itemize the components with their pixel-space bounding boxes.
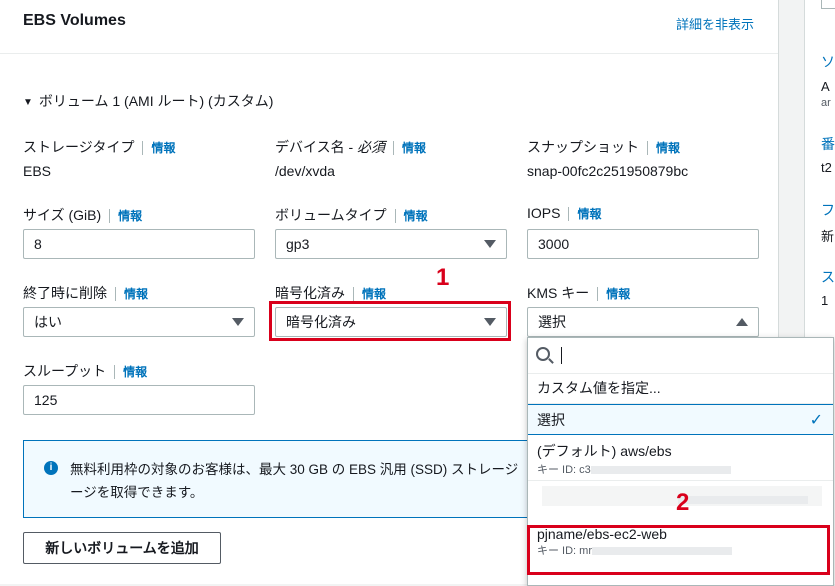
throughput-label-text: スループット (23, 363, 107, 379)
encrypted-info-link[interactable]: 情報 (362, 287, 386, 301)
dropdown-item-select[interactable]: 選択 ✓ (528, 404, 833, 435)
right-input-box (821, 0, 835, 9)
iops-input[interactable]: 3000 (527, 229, 759, 259)
alert-text-line-2: ージを取得できます。 (70, 485, 204, 500)
iops-info-link[interactable]: 情報 (577, 207, 601, 221)
redacted-key-id (590, 466, 731, 475)
storage-type-info-link[interactable]: 情報 (151, 141, 175, 155)
delete-on-termination-info-link[interactable]: 情報 (124, 287, 148, 301)
free-tier-alert: i 無料利用枠の対象のお客様は、最大 30 GB の EBS 汎用 (SSD) … (23, 440, 543, 518)
info-icon: i (44, 461, 58, 475)
kms-key-info-link[interactable]: 情報 (606, 287, 630, 301)
size-label-text: サイズ (GiB) (23, 207, 102, 223)
iops-input-value: 3000 (538, 236, 570, 252)
kms-key-label-text: KMS キー (527, 285, 590, 301)
caret-down-icon (232, 318, 244, 326)
throughput-label: スループット 情報 (23, 361, 147, 381)
dropdown-item-label: 選択 (537, 412, 565, 428)
dropdown-item-label: カスタム値を指定... (537, 380, 661, 396)
snapshot-value: snap-00fc2c251950879bc (527, 163, 689, 179)
volume-type-label: ボリュームタイプ 情報 (275, 205, 428, 225)
alert-text: 無料利用枠の対象のお客様は、最大 30 GB の EBS 汎用 (SSD) スト… (70, 458, 540, 504)
storage-type-value: EBS (23, 163, 52, 179)
caret-up-icon (736, 318, 748, 326)
iops-label: IOPS 情報 (527, 205, 601, 222)
caret-down-icon: ▼ (23, 97, 33, 108)
step-2-marker: 2 (676, 489, 690, 516)
snapshot-info-link[interactable]: 情報 (656, 141, 680, 155)
section-title: EBS Volumes (23, 12, 126, 29)
volume-type-label-text: ボリュームタイプ (275, 207, 387, 223)
volume-type-select-value: gp3 (286, 236, 310, 252)
kms-search-input[interactable] (528, 338, 833, 374)
hide-details-link[interactable]: 詳細を非表示 (676, 14, 754, 33)
kms-key-label: KMS キー 情報 (527, 283, 630, 303)
device-name-label-text: デバイス名 - (275, 139, 358, 155)
throughput-info-link[interactable]: 情報 (123, 365, 147, 379)
header-divider (0, 53, 778, 54)
storage-type-label-text: ストレージタイプ (23, 139, 135, 155)
snapshot-label-text: スナップショット (527, 139, 639, 155)
delete-on-termination-value: はい (34, 314, 62, 330)
volume-type-info-link[interactable]: 情報 (404, 209, 428, 223)
device-name-label: デバイス名 - 必須 情報 (275, 137, 426, 157)
checkmark-icon: ✓ (809, 412, 823, 429)
step-1-marker: 1 (436, 264, 450, 291)
throughput-input[interactable]: 125 (23, 385, 255, 415)
right-text-1: A (821, 79, 830, 94)
right-text-2: ar (821, 97, 831, 109)
snapshot-label: スナップショット 情報 (527, 137, 680, 157)
dropdown-item-label: (デフォルト) aws/ebs (537, 443, 672, 459)
device-name-info-link[interactable]: 情報 (402, 141, 426, 155)
text-cursor (561, 347, 562, 364)
storage-type-label: ストレージタイプ 情報 (23, 137, 175, 157)
right-text-5: 1 (821, 293, 829, 308)
size-info-link[interactable]: 情報 (118, 209, 142, 223)
volume-type-select[interactable]: gp3 (275, 229, 507, 259)
volume-heading: ボリューム 1 (AMI ルート) (カスタム) (38, 93, 274, 109)
right-link-2[interactable]: 番 (821, 134, 835, 154)
right-link-1[interactable]: ソ (821, 52, 835, 72)
delete-on-termination-select[interactable]: はい (23, 307, 255, 337)
highlight-box-1 (269, 301, 511, 341)
right-link-3[interactable]: フ (821, 200, 835, 220)
throughput-input-value: 125 (34, 392, 58, 408)
volume-1-toggle[interactable]: ▼ ボリューム 1 (AMI ルート) (カスタム) (23, 91, 273, 111)
encrypted-label-text: 暗号化済み (275, 285, 345, 301)
search-icon (536, 347, 550, 361)
kms-key-select[interactable]: 選択 (527, 307, 759, 337)
size-label: サイズ (GiB) 情報 (23, 205, 142, 225)
size-input-value: 8 (34, 236, 42, 252)
encrypted-label: 暗号化済み 情報 (275, 283, 386, 303)
required-marker: 必須 (357, 139, 386, 155)
alert-text-line-1: 無料利用枠の対象のお客様は、最大 30 GB の EBS 汎用 (SSD) スト… (70, 462, 519, 477)
device-name-value: /dev/xvda (275, 163, 335, 179)
kms-key-select-value: 選択 (538, 314, 566, 330)
right-link-4[interactable]: ス (821, 267, 835, 287)
right-text-3: t2 (821, 160, 832, 175)
dropdown-item-key-id: キー ID: c3 (537, 461, 833, 477)
highlight-box-2 (527, 525, 830, 575)
iops-label-text: IOPS (527, 205, 561, 221)
dropdown-item-custom[interactable]: カスタム値を指定... (528, 373, 833, 404)
key-id-text: キー ID: c3 (537, 464, 591, 476)
dropdown-item-aws-ebs[interactable]: (デフォルト) aws/ebs キー ID: c3 (528, 436, 833, 481)
redacted-item-bar (678, 496, 808, 504)
right-text-4: 新 (821, 229, 835, 244)
delete-on-termination-label: 終了時に削除 情報 (23, 283, 148, 303)
add-volume-button[interactable]: 新しいボリュームを追加 (23, 532, 221, 564)
caret-down-icon (484, 240, 496, 248)
size-input[interactable]: 8 (23, 229, 255, 259)
delete-on-termination-label-text: 終了時に削除 (23, 285, 107, 301)
